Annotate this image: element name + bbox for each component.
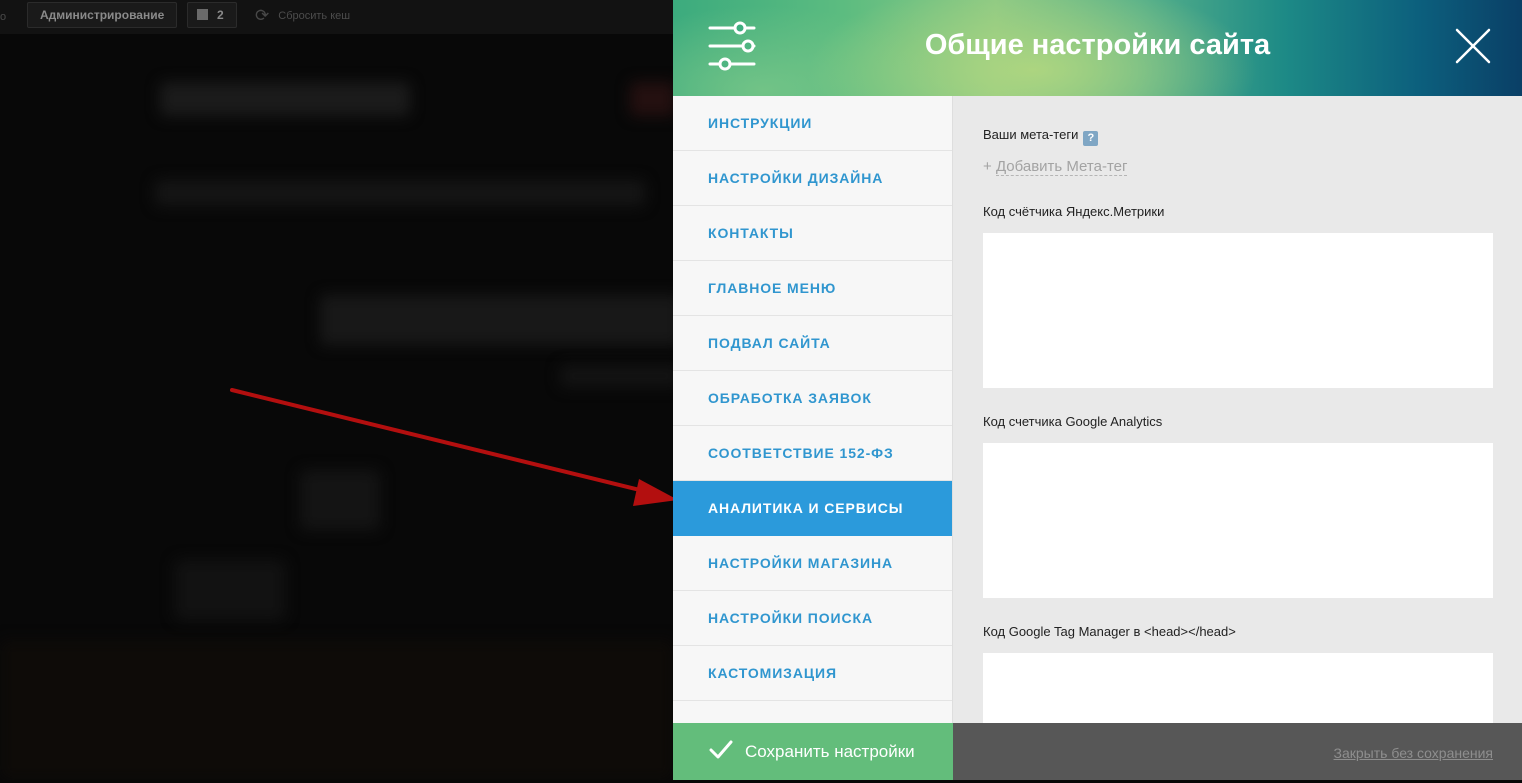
comment-icon — [197, 9, 208, 20]
save-settings-label: Сохранить настройки — [745, 742, 915, 761]
google-analytics-label: Код счетчика Google Analytics — [983, 414, 1163, 429]
save-settings-button[interactable]: Сохранить настройки — [673, 723, 953, 780]
add-meta-plus: + — [983, 158, 992, 175]
add-meta-tag-link[interactable]: + Добавить Мета-тег — [983, 158, 1128, 176]
sidebar-item-analytics-services[interactable]: Аналитика и сервисы — [673, 481, 952, 536]
blurred-image — [300, 470, 380, 530]
reset-cache-label: Сбросить кеш — [278, 10, 351, 22]
sidebar-item-site-footer[interactable]: Подвал сайта — [673, 316, 952, 371]
blurred-button — [630, 82, 673, 116]
panel-title: Общие настройки сайта — [924, 29, 1271, 61]
comments-button[interactable]: 2 — [187, 2, 237, 28]
sidebar-item-customization[interactable]: Кастомизация — [673, 646, 952, 701]
settings-content: Ваши мета-теги? + Добавить Мета-тег Код … — [953, 96, 1522, 723]
meta-tags-label: Ваши мета-теги? — [983, 127, 1099, 146]
refresh-icon: ⟳ — [255, 6, 270, 25]
sidebar-item-contacts[interactable]: Контакты — [673, 206, 952, 261]
google-analytics-code-input[interactable] — [983, 443, 1493, 598]
yandex-metrika-label: Код счётчика Яндекс.Метрики — [983, 204, 1165, 219]
settings-sidebar: Инструкции Настройки дизайна Контакты Гл… — [673, 96, 953, 723]
blurred-heading — [320, 295, 673, 345]
blurred-logo — [160, 82, 410, 116]
sidebar-item-design-settings[interactable]: Настройки дизайна — [673, 151, 952, 206]
blurred-menu — [155, 180, 645, 206]
meta-tags-label-text: Ваши мета-теги — [983, 127, 1079, 142]
add-meta-tag-label: Добавить Мета-тег — [995, 158, 1128, 176]
site-settings-panel: Общие настройки сайта Инструкции Настрой… — [673, 0, 1522, 780]
check-icon — [709, 740, 733, 759]
blurred-card — [175, 560, 285, 620]
sidebar-item-shop-settings[interactable]: Настройки магазина — [673, 536, 952, 591]
administration-button[interactable]: Администрирование — [27, 2, 178, 28]
yandex-metrika-code-input[interactable] — [983, 233, 1493, 388]
panel-footer: Сохранить настройки Закрыть без сохранен… — [673, 723, 1522, 780]
comments-count: 2 — [217, 8, 224, 22]
sidebar-item-request-processing[interactable]: Обработка заявок — [673, 371, 952, 426]
blurred-footer — [0, 640, 673, 780]
gtm-head-code-input[interactable] — [983, 653, 1493, 723]
gtm-head-label: Код Google Tag Manager в <head></head> — [983, 624, 1236, 639]
admin-bar: о Администрирование 2 ⟳ Сбросить кеш — [0, 0, 673, 34]
admin-bar-cut-text: о — [0, 11, 7, 23]
sidebar-item-search-settings[interactable]: Настройки поиска — [673, 591, 952, 646]
help-icon[interactable]: ? — [1083, 131, 1099, 146]
close-without-saving-link[interactable]: Закрыть без сохранения — [1334, 723, 1493, 783]
sidebar-item-152-fz-compliance[interactable]: Соответствие 152-ФЗ — [673, 426, 952, 481]
close-icon[interactable] — [1455, 28, 1491, 64]
background-site: о Администрирование 2 ⟳ Сбросить кеш — [0, 0, 673, 780]
blurred-subheading — [560, 365, 673, 387]
sidebar-item-instructions[interactable]: Инструкции — [673, 96, 952, 151]
reset-cache-button[interactable]: ⟳ Сбросить кеш — [255, 4, 350, 28]
panel-header: Общие настройки сайта — [673, 0, 1522, 96]
sidebar-item-main-menu[interactable]: Главное меню — [673, 261, 952, 316]
